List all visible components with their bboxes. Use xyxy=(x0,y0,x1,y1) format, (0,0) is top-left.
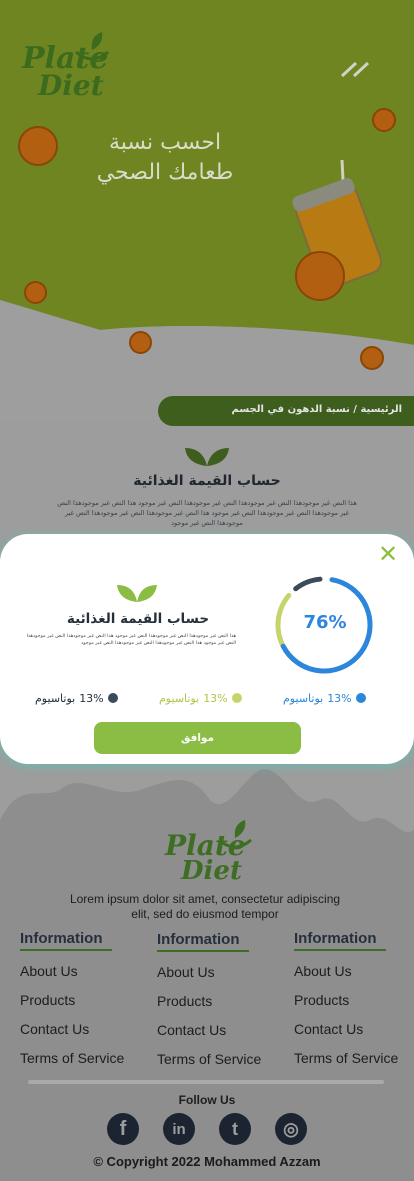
legend-item-lime: 13% بوتاسيوم xyxy=(159,690,242,706)
footer-link-terms[interactable]: Terms of Service xyxy=(294,1050,414,1067)
footer-column-heading: Information xyxy=(157,931,249,952)
footer-column-heading: Information xyxy=(20,930,112,951)
footer-link-terms[interactable]: Terms of Service xyxy=(20,1050,140,1067)
legend-dot xyxy=(355,693,366,703)
leaf-icon xyxy=(185,448,229,466)
footer-link-about[interactable]: About Us xyxy=(294,963,414,980)
linkedin-icon[interactable]: in xyxy=(163,1113,195,1145)
legend-dot xyxy=(107,693,118,703)
section-paragraph: هذا النص غير موجودهذا النص غير موجودهذا … xyxy=(57,499,357,527)
hero-title: احسب نسبة طعامك الصحي xyxy=(96,130,234,185)
footer-link-contact[interactable]: Contact Us xyxy=(20,1021,140,1038)
orange-slice-icon xyxy=(360,346,384,370)
section-title: حساب القيمة الغذائية xyxy=(133,473,281,489)
footer-link-products[interactable]: Products xyxy=(20,992,140,1009)
orange-slice-icon xyxy=(129,331,152,354)
bowl-leaf-icon xyxy=(218,820,252,849)
legend-item-dark: 13% بوتاسيوم xyxy=(35,690,118,706)
footer-column: Information About Us Products Contact Us… xyxy=(294,930,414,1067)
modal-title: حساب القيمة الغذائية xyxy=(66,611,210,627)
footer-link-terms[interactable]: Terms of Service xyxy=(157,1051,277,1068)
modal-paragraph: هذا النص غير موجودهذا النص غير موجودهذا … xyxy=(26,634,236,646)
juice-jar-icon xyxy=(292,160,383,301)
legend-item-blue: 13% بوتاسيوم xyxy=(283,690,366,706)
legend-dot xyxy=(231,693,242,703)
footer-link-about[interactable]: About Us xyxy=(157,964,277,981)
footer-link-products[interactable]: Products xyxy=(157,993,277,1010)
site-logo[interactable]: Plate Diet xyxy=(20,30,115,100)
orange-slice-icon xyxy=(18,126,58,166)
facebook-icon[interactable]: f xyxy=(107,1113,139,1145)
confirm-button[interactable]: موافق xyxy=(94,722,301,754)
footer-divider xyxy=(28,1080,384,1084)
close-icon[interactable]: ✕ xyxy=(378,542,398,566)
instagram-icon[interactable]: ◎ xyxy=(275,1113,307,1145)
decor-lines-icon xyxy=(340,61,370,78)
bowl-leaf-icon xyxy=(75,32,109,61)
footer-description: Lorem ipsum dolor sit amet, consectetur … xyxy=(69,892,341,921)
gauge-value: 76% xyxy=(303,612,347,633)
footer-link-contact[interactable]: Contact Us xyxy=(294,1021,414,1038)
breadcrumb[interactable]: الرئيسية / نسبة الدهون في الجسم xyxy=(158,396,414,426)
footer-link-products[interactable]: Products xyxy=(294,992,414,1009)
footer-column: Information About Us Products Contact Us… xyxy=(157,931,277,1068)
footer-link-about[interactable]: About Us xyxy=(20,963,140,980)
footer-column: Information About Us Products Contact Us… xyxy=(20,930,140,1067)
orange-slice-icon xyxy=(372,108,396,132)
footer-logo[interactable]: Plate Diet xyxy=(163,818,258,888)
footer-column-heading: Information xyxy=(294,930,386,951)
twitter-icon[interactable]: t xyxy=(219,1113,251,1145)
gauge-arc-dark xyxy=(293,576,323,592)
follow-us-label: Follow Us xyxy=(178,1093,236,1107)
footer-link-contact[interactable]: Contact Us xyxy=(157,1022,277,1039)
orange-slice-icon xyxy=(24,281,47,304)
copyright-text: © Copyright 2022 Mohammed Azzam xyxy=(93,1154,321,1169)
leaf-icon xyxy=(117,585,157,602)
